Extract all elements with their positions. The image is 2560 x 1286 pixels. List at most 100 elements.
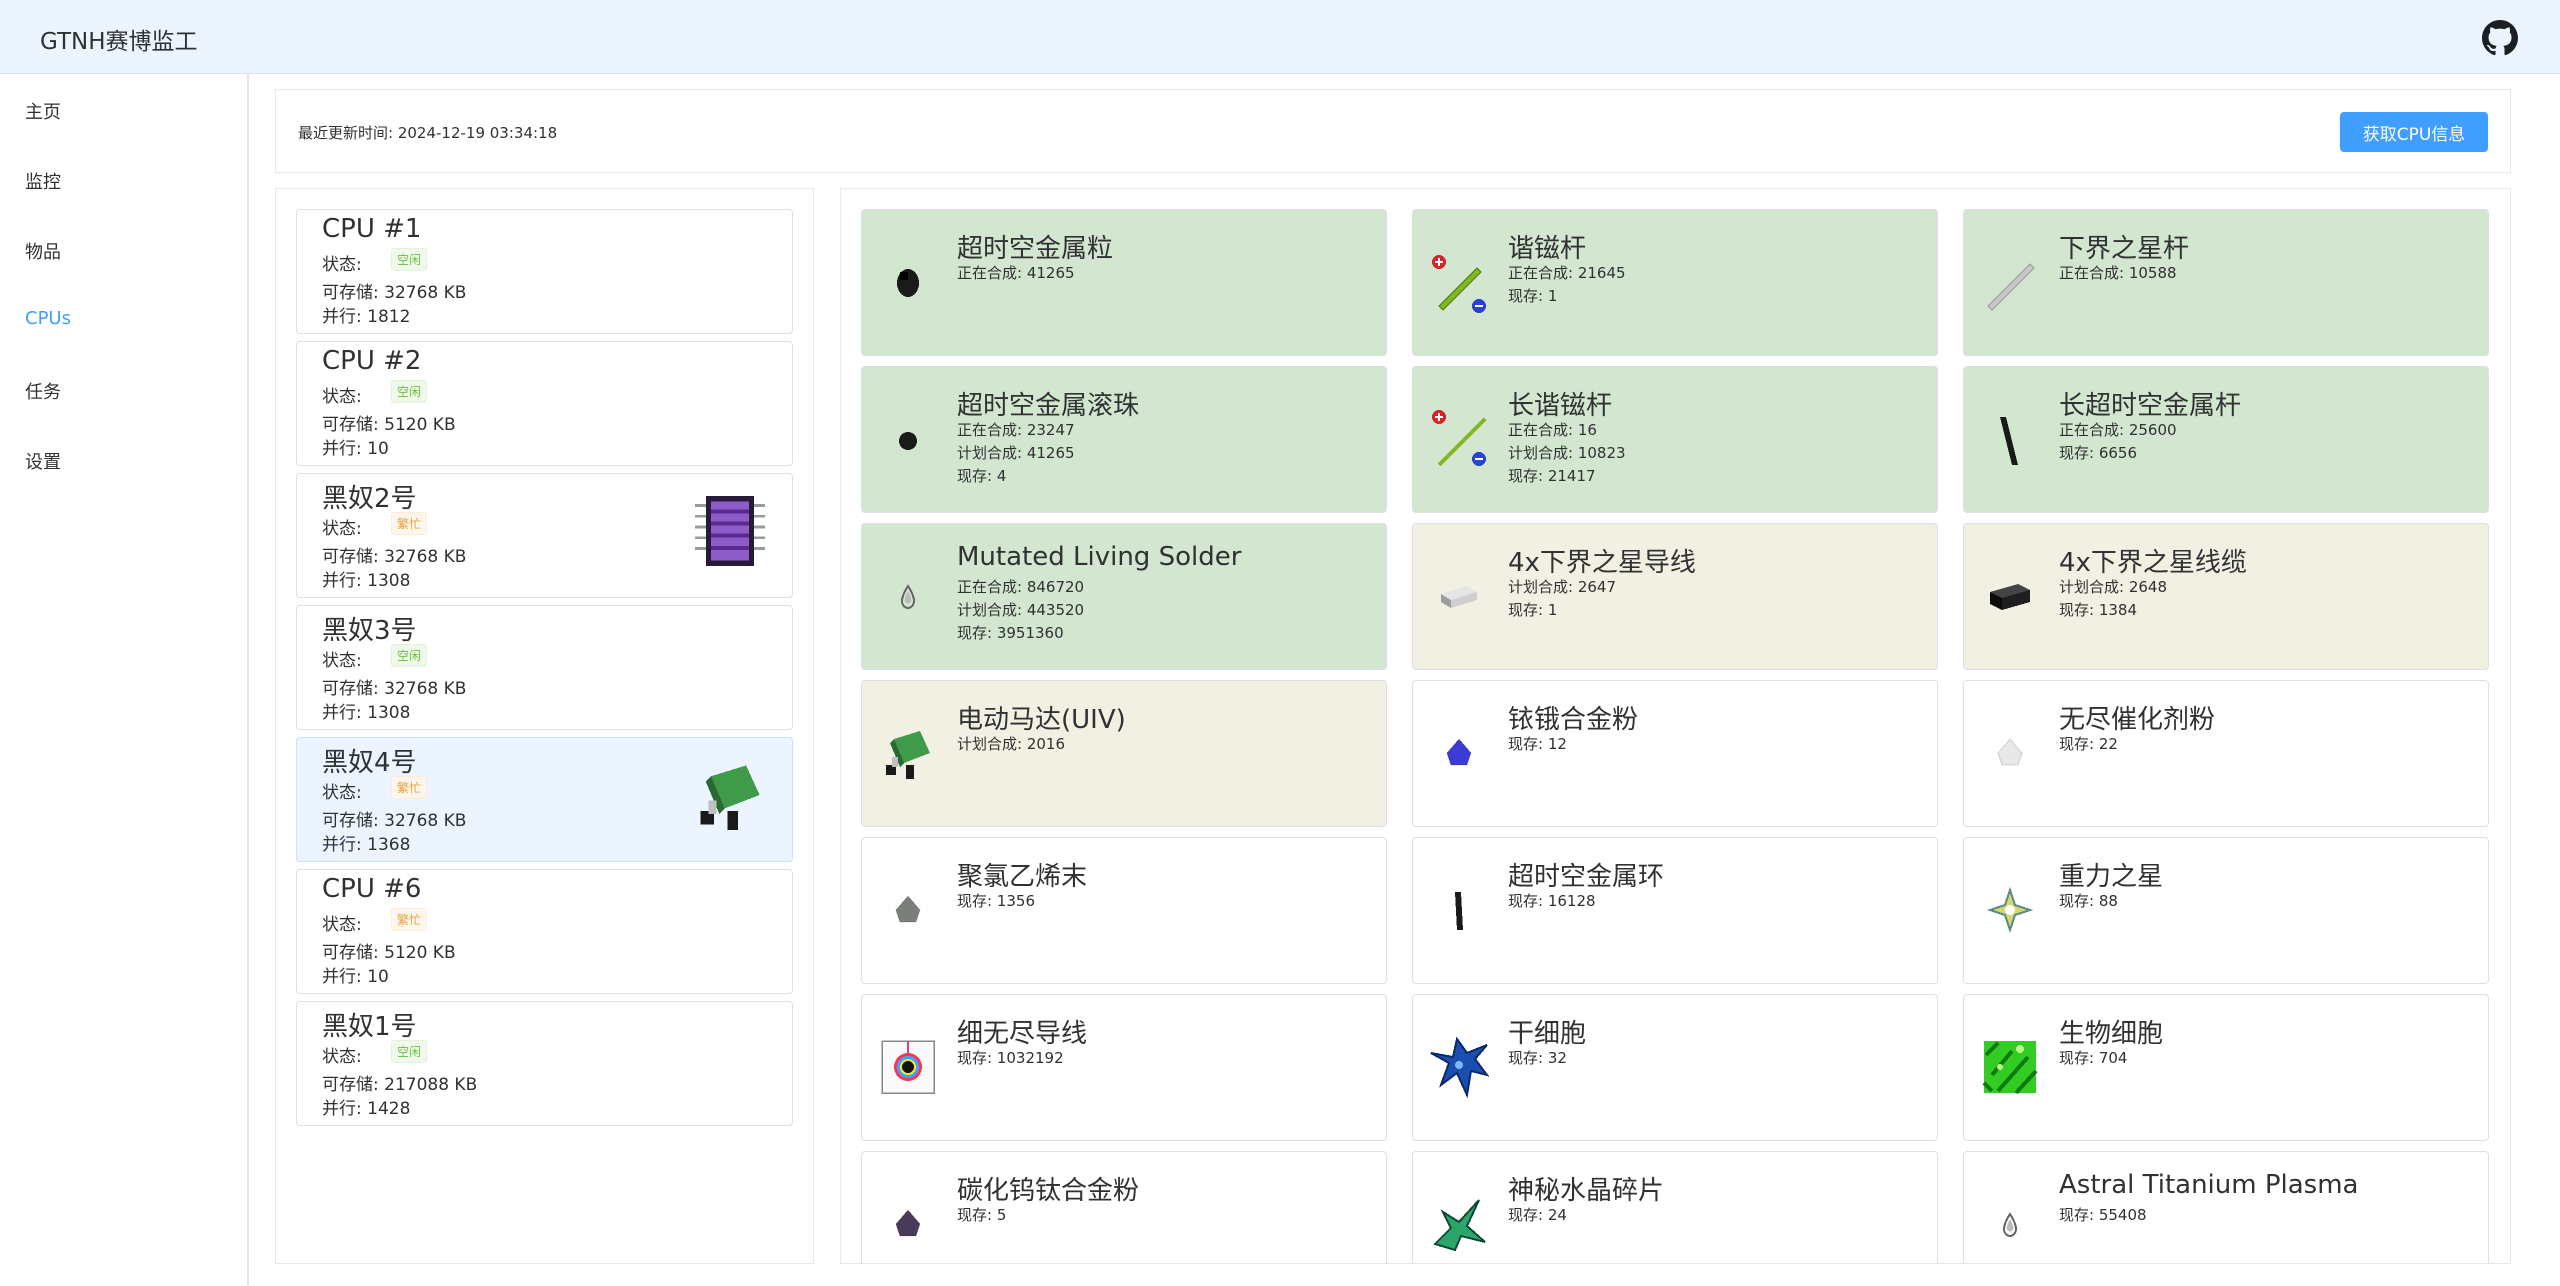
item-stats: 正在合成: 23247 计划合成: 41265 现存: 4 (957, 419, 1075, 488)
item-card: 4x下界之星线缆 计划合成: 2648 现存: 1384 (1963, 523, 2489, 670)
sidebar-item-settings[interactable]: 设置 (25, 448, 61, 474)
item-card: 超时空金属滚珠 正在合成: 23247 计划合成: 41265 现存: 4 (861, 366, 1387, 513)
dust-icon (1427, 721, 1491, 785)
item-name: 长超时空金属杆 (2059, 391, 2242, 421)
item-stat-line: 现存: 3951360 (957, 624, 1064, 642)
sidebar-item-home[interactable]: 主页 (25, 98, 61, 124)
sidebar-item-items[interactable]: 物品 (25, 238, 61, 264)
cpu-card[interactable]: CPU #6 状态: 繁忙 可存储: 5120 KB 并行: 10 (296, 869, 793, 994)
item-stats: 现存: 24 (1508, 1204, 1567, 1227)
item-stats: 正在合成: 846720 计划合成: 443520 现存: 3951360 (957, 576, 1084, 645)
item-stat-line: 现存: 32 (1508, 1049, 1567, 1067)
item-stat-line: 现存: 24 (1508, 1206, 1567, 1224)
cpu-parallel: 并行: 1428 (322, 1099, 411, 1119)
item-name: 碳化钨钛合金粉 (957, 1176, 1140, 1206)
item-name: 超时空金属粒 (957, 234, 1114, 264)
app-header: GTNH赛博监工 (0, 0, 2560, 74)
item-stat-line: 正在合成: 41265 (957, 264, 1075, 282)
github-icon[interactable] (2482, 20, 2518, 56)
item-card: 无尽催化剂粉 现存: 22 (1963, 680, 2489, 827)
item-card: 超时空金属环 现存: 16128 (1412, 837, 1938, 984)
item-stat-line: 现存: 21417 (1508, 467, 1596, 485)
item-stats: 现存: 88 (2059, 890, 2118, 913)
cpu-parallel: 并行: 10 (322, 439, 389, 459)
cpu-card[interactable]: 黑奴3号 状态: 空闲 可存储: 32768 KB 并行: 1308 (296, 605, 793, 730)
item-stats: 正在合成: 10588 (2059, 262, 2177, 285)
cpu-parallel: 并行: 10 (322, 967, 389, 987)
magnetic-rod-icon (1427, 250, 1491, 314)
item-stats: 现存: 16128 (1508, 890, 1596, 913)
dust-icon (876, 878, 940, 942)
status-badge: 空闲 (391, 248, 428, 271)
item-stat-line: 计划合成: 2647 (1508, 578, 1616, 596)
item-name: Astral Titanium Plasma (2059, 1170, 2359, 1200)
item-card: 生物细胞 现存: 704 (1963, 994, 2489, 1141)
processor-chip-icon (687, 488, 773, 574)
item-stat-line: 现存: 16128 (1508, 892, 1596, 910)
cpu-card[interactable]: 黑奴1号 状态: 空闲 可存储: 217088 KB 并行: 1428 (296, 1001, 793, 1126)
star-icon (1978, 878, 2042, 942)
sidebar-item-tasks[interactable]: 任务 (25, 378, 61, 404)
cpu-status-label: 状态: (322, 915, 362, 935)
item-stat-line: 计划合成: 2648 (2059, 578, 2167, 596)
item-stat-line: 现存: 1 (1508, 601, 1558, 619)
cpu-card[interactable]: CPU #1 状态: 空闲 可存储: 32768 KB 并行: 1812 (296, 209, 793, 334)
stem-cell-icon (1427, 1035, 1491, 1099)
item-stats: 现存: 32 (1508, 1047, 1567, 1070)
cpu-card[interactable]: 黑奴2号 状态: 繁忙 可存储: 32768 KB 并行: 1308 (296, 473, 793, 598)
fluid-drop-icon (1978, 1192, 2042, 1256)
cpu-name: 黑奴3号 (322, 616, 417, 646)
sidebar-item-monitor[interactable]: 监控 (25, 168, 61, 194)
cpu-items-panel: 超时空金属粒 正在合成: 41265 谐镃杆 正在合成: 21645 现存: 1 下界之星… (840, 188, 2511, 1264)
item-stats: 计划合成: 2016 (957, 733, 1065, 756)
status-badge: 空闲 (391, 644, 428, 667)
item-stat-line: 计划合成: 10823 (1508, 444, 1626, 462)
cpu-storage: 可存储: 32768 KB (322, 811, 467, 831)
cpu-name: CPU #6 (322, 874, 422, 904)
cable-icon (1978, 564, 2042, 628)
item-card: 长超时空金属杆 正在合成: 25600 现存: 6656 (1963, 366, 2489, 513)
item-stats: 正在合成: 41265 (957, 262, 1075, 285)
cpu-storage: 可存储: 32768 KB (322, 679, 467, 699)
item-name: 细无尽导线 (957, 1019, 1088, 1049)
cpu-status-label: 状态: (322, 783, 362, 803)
status-badge: 繁忙 (391, 908, 428, 931)
item-stats: 现存: 22 (2059, 733, 2118, 756)
cpu-status-label: 状态: (322, 387, 362, 407)
item-name: 聚氯乙烯末 (957, 862, 1088, 892)
item-name: 重力之星 (2059, 862, 2164, 892)
item-stat-line: 现存: 1032192 (957, 1049, 1064, 1067)
item-name: 谐镃杆 (1508, 234, 1587, 264)
item-name: 4x下界之星线缆 (2059, 548, 2247, 578)
item-name: 无尽催化剂粉 (2059, 705, 2216, 735)
item-stat-line: 现存: 4 (957, 467, 1007, 485)
item-stats: 计划合成: 2647 现存: 1 (1508, 576, 1616, 622)
cpu-parallel: 并行: 1308 (322, 571, 411, 591)
item-stats: 现存: 5 (957, 1204, 1006, 1227)
item-card: 细无尽导线 现存: 1032192 (861, 994, 1387, 1141)
cpu-storage: 可存储: 217088 KB (322, 1075, 478, 1095)
item-name: 超时空金属环 (1508, 862, 1665, 892)
item-stat-line: 现存: 6656 (2059, 444, 2137, 462)
cpu-storage: 可存储: 32768 KB (322, 283, 467, 303)
cpu-name: 黑奴1号 (322, 1012, 417, 1042)
cpu-name: CPU #1 (322, 214, 422, 244)
item-stats: 现存: 55408 (2059, 1204, 2147, 1227)
dust-icon (876, 1192, 940, 1256)
cpu-card[interactable]: 黑奴4号 状态: 繁忙 可存储: 32768 KB 并行: 1368 (296, 737, 793, 862)
cpu-card[interactable]: CPU #2 状态: 空闲 可存储: 5120 KB 并行: 10 (296, 341, 793, 466)
item-stats: 正在合成: 16 计划合成: 10823 现存: 21417 (1508, 419, 1626, 488)
dust-icon (1978, 721, 2042, 785)
item-stat-line: 正在合成: 21645 (1508, 264, 1626, 282)
wire-icon (1427, 564, 1491, 628)
item-stat-line: 现存: 5 (957, 1206, 1007, 1224)
sidebar: 主页 监控 物品 CPUs 任务 设置 (0, 74, 249, 1286)
item-card: 4x下界之星导线 计划合成: 2647 现存: 1 (1412, 523, 1938, 670)
cpu-parallel: 并行: 1368 (322, 835, 411, 855)
fetch-cpu-info-button[interactable]: 获取CPU信息 (2340, 112, 2488, 152)
item-card: 超时空金属粒 正在合成: 41265 (861, 209, 1387, 356)
cpu-parallel: 并行: 1308 (322, 703, 411, 723)
cpu-status-label: 状态: (322, 1047, 362, 1067)
sidebar-item-cpus[interactable]: CPUs (25, 308, 71, 329)
item-stat-line: 现存: 704 (2059, 1049, 2128, 1067)
